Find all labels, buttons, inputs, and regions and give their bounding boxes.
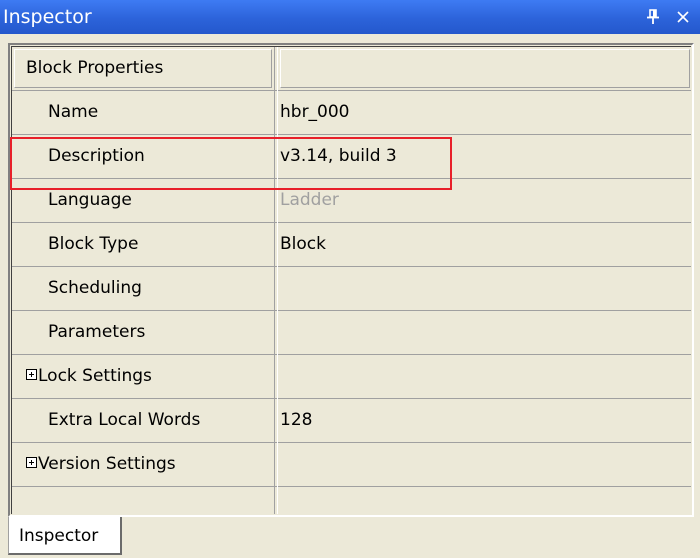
property-value: Ladder [280, 190, 339, 210]
property-name: Block Type [48, 234, 139, 254]
property-name: Extra Local Words [48, 410, 201, 430]
property-row-extra-local-words[interactable]: Extra Local Words 128 [12, 399, 691, 443]
property-name: Language [48, 190, 132, 210]
property-value[interactable]: v3.14, build 3 [280, 135, 680, 178]
property-value[interactable]: 128 [280, 399, 680, 442]
property-row-scheduling[interactable]: Scheduling [12, 267, 691, 311]
property-value[interactable] [280, 311, 680, 354]
pin-icon[interactable] [642, 6, 664, 28]
property-row-block-type[interactable]: Block Type Block [12, 223, 691, 267]
property-row-parameters[interactable]: Parameters [12, 311, 691, 355]
property-row-name[interactable]: Name hbr_000 [12, 91, 691, 135]
property-name: Lock Settings [38, 366, 152, 386]
property-grid-body: Block Properties Name hbr_000 Descriptio… [11, 46, 691, 514]
empty-row [12, 487, 691, 514]
title-buttons [642, 4, 694, 30]
tab-inspector[interactable]: Inspector [8, 517, 122, 555]
property-name: Scheduling [48, 278, 142, 298]
expand-plus-icon[interactable] [26, 456, 37, 468]
property-value[interactable] [280, 443, 680, 486]
property-name-wrapper: Version Settings [26, 443, 286, 486]
expand-plus-icon[interactable] [26, 368, 37, 380]
property-value[interactable] [280, 267, 680, 310]
property-row-language[interactable]: Language Ladder [12, 179, 691, 223]
property-name: Name [48, 102, 99, 122]
column-divider[interactable] [274, 47, 278, 514]
property-name: Description [48, 146, 145, 166]
tab-strip: Inspector [0, 517, 700, 558]
property-value[interactable]: hbr_000 [280, 91, 680, 134]
property-grid: Block Properties Name hbr_000 Descriptio… [8, 43, 694, 517]
tab-label: Inspector [19, 526, 99, 546]
close-icon[interactable] [672, 6, 694, 28]
property-row-lock-settings[interactable]: Lock Settings [12, 355, 691, 399]
category-label: Block Properties [26, 58, 164, 78]
category-row-block-properties[interactable]: Block Properties [12, 47, 691, 91]
category-value-cell [280, 49, 690, 88]
property-row-version-settings[interactable]: Version Settings [12, 443, 691, 487]
property-value[interactable]: Block [280, 223, 680, 266]
property-name: Version Settings [38, 454, 176, 474]
property-name-wrapper: Lock Settings [26, 355, 286, 398]
property-row-description[interactable]: Description v3.14, build 3 [12, 135, 691, 179]
property-name: Parameters [48, 322, 146, 342]
property-value[interactable] [280, 355, 680, 398]
title-bar: Inspector [0, 0, 700, 34]
window-title: Inspector [3, 6, 92, 28]
